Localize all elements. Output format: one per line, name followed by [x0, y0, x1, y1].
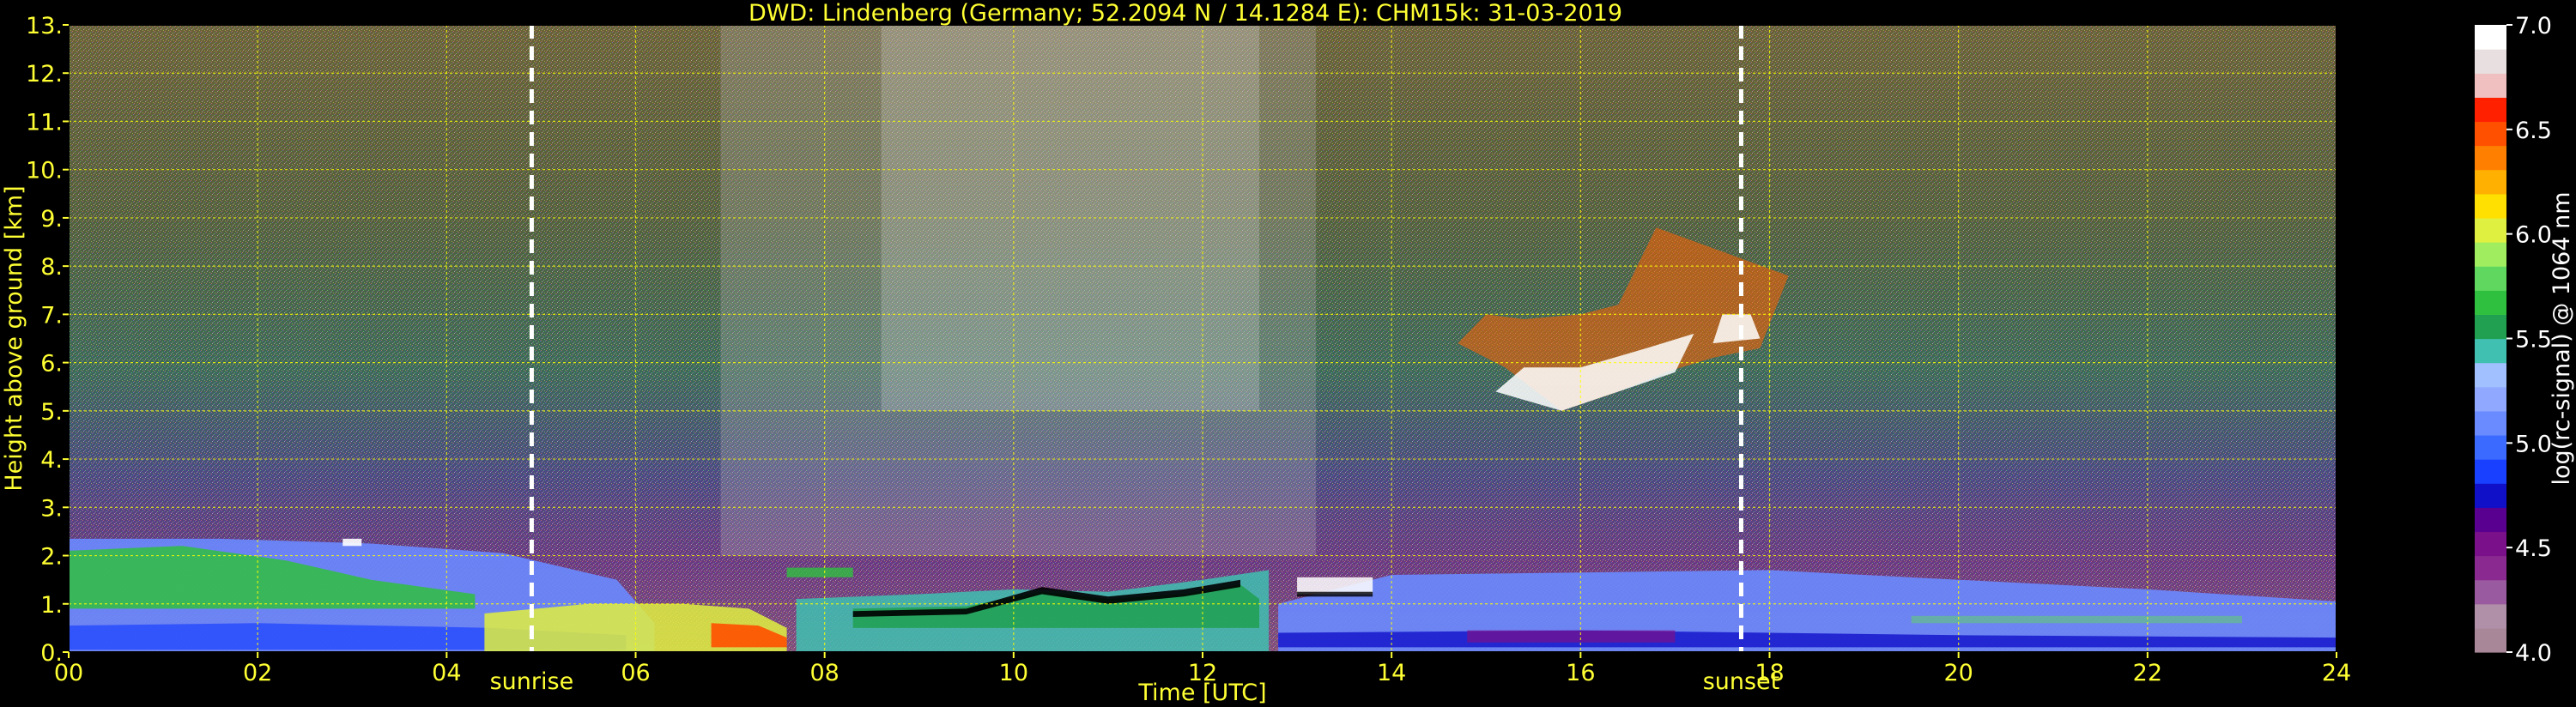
colorbar-segment	[2475, 410, 2506, 436]
colorbar-segment	[2475, 603, 2506, 629]
colorbar-segment	[2475, 555, 2506, 581]
x-tick-label: 18	[1755, 660, 1784, 686]
y-tick-label: 6.	[40, 351, 63, 378]
colorbar-segment	[2475, 242, 2506, 267]
colorbar: 4.0 4.5 5.0 5.5 6.0 6.5 7.0	[2475, 13, 2552, 667]
marker-label-sunrise: sunrise	[490, 668, 574, 695]
y-tick-label: 11.	[26, 109, 63, 136]
colorbar-segment	[2475, 531, 2506, 557]
colorbar-tick-label: 6.5	[2515, 118, 2552, 144]
x-tick-label: 10	[999, 660, 1028, 686]
colorbar-segment	[2475, 193, 2506, 219]
colorbar-segment	[2475, 266, 2506, 291]
lidar-chart: sunrise sunset 00 02 04 06 08 10 12 14 16 18 20 22 24…	[1, 0, 2575, 706]
feature-cloud-base	[1297, 591, 1373, 597]
feature-cloud	[1297, 577, 1373, 595]
x-tick-label: 24	[2322, 660, 2351, 686]
y-tick-label: 4.	[40, 447, 63, 474]
chart-container: sunrise sunset 00 02 04 06 08 10 12 14 16 18 20 22 24…	[0, 0, 2576, 707]
y-tick-label: 13.	[26, 13, 63, 39]
colorbar-segment	[2475, 338, 2506, 364]
colorbar-segment	[2475, 49, 2506, 74]
chart-title: DWD: Lindenberg (Germany; 52.2094 N / 14…	[749, 0, 1622, 27]
y-tick-label: 10.	[26, 158, 63, 184]
colorbar-segment	[2475, 25, 2506, 50]
x-tick-label: 02	[243, 660, 272, 686]
colorbar-segment	[2475, 627, 2506, 653]
colorbar-tick-label: 7.0	[2515, 13, 2552, 39]
colorbar-segment	[2475, 579, 2506, 605]
feature-evening-dense	[1467, 630, 1676, 643]
colorbar-tick-label: 5.5	[2515, 327, 2552, 354]
y-tick-label: 7.	[40, 302, 63, 329]
colorbar-label: log(rc-signal) @ 1064 nm	[2549, 191, 2575, 485]
colorbar-segment	[2475, 217, 2506, 243]
colorbar-tick-label: 5.0	[2515, 431, 2552, 457]
y-axis-label: Height above ground [km]	[1, 185, 27, 491]
y-tick-label: 3.	[40, 495, 63, 522]
feature-evening-aerosol	[1911, 615, 2242, 624]
colorbar-segment	[2475, 459, 2506, 484]
x-tick-label: 20	[1943, 660, 1973, 686]
feature-residual-patch	[786, 567, 853, 577]
colorbar-segment	[2475, 290, 2506, 315]
colorbar-segment	[2475, 121, 2506, 147]
x-tick-label: 16	[1566, 660, 1595, 686]
colorbar-segment	[2475, 362, 2506, 388]
colorbar-tick-label: 4.5	[2515, 535, 2552, 562]
colorbar-segment	[2475, 145, 2506, 171]
y-tick-label: 5.	[40, 399, 63, 426]
x-tick-label: 06	[621, 660, 650, 686]
x-tick-label: 22	[2133, 660, 2162, 686]
colorbar-segment	[2475, 314, 2506, 340]
colorbar-segment	[2475, 73, 2506, 98]
y-tick-label: 2.	[40, 544, 63, 571]
y-tick-label: 9.	[40, 206, 63, 233]
x-axis-label: Time [UTC]	[1137, 680, 1266, 706]
colorbar-segment	[2475, 483, 2506, 508]
colorbar-tick-label: 6.0	[2515, 222, 2552, 249]
colorbar-segment	[2475, 97, 2506, 123]
colorbar-segment	[2475, 434, 2506, 460]
colorbar-segment	[2475, 507, 2506, 533]
y-tick-label: 0.	[40, 640, 63, 667]
feature-cloud-fragment	[342, 538, 362, 547]
colorbar-segment	[2475, 169, 2506, 195]
y-tick-label: 12.	[26, 61, 63, 88]
x-tick-label: 08	[809, 660, 839, 686]
colorbar-tick-label: 4.0	[2515, 640, 2552, 667]
colorbar-segment	[2475, 386, 2506, 412]
y-tick-label: 1.	[40, 592, 63, 619]
y-tick-label: 8.	[40, 254, 63, 281]
x-tick-label: 04	[432, 660, 461, 686]
x-tick-label: 14	[1377, 660, 1406, 686]
